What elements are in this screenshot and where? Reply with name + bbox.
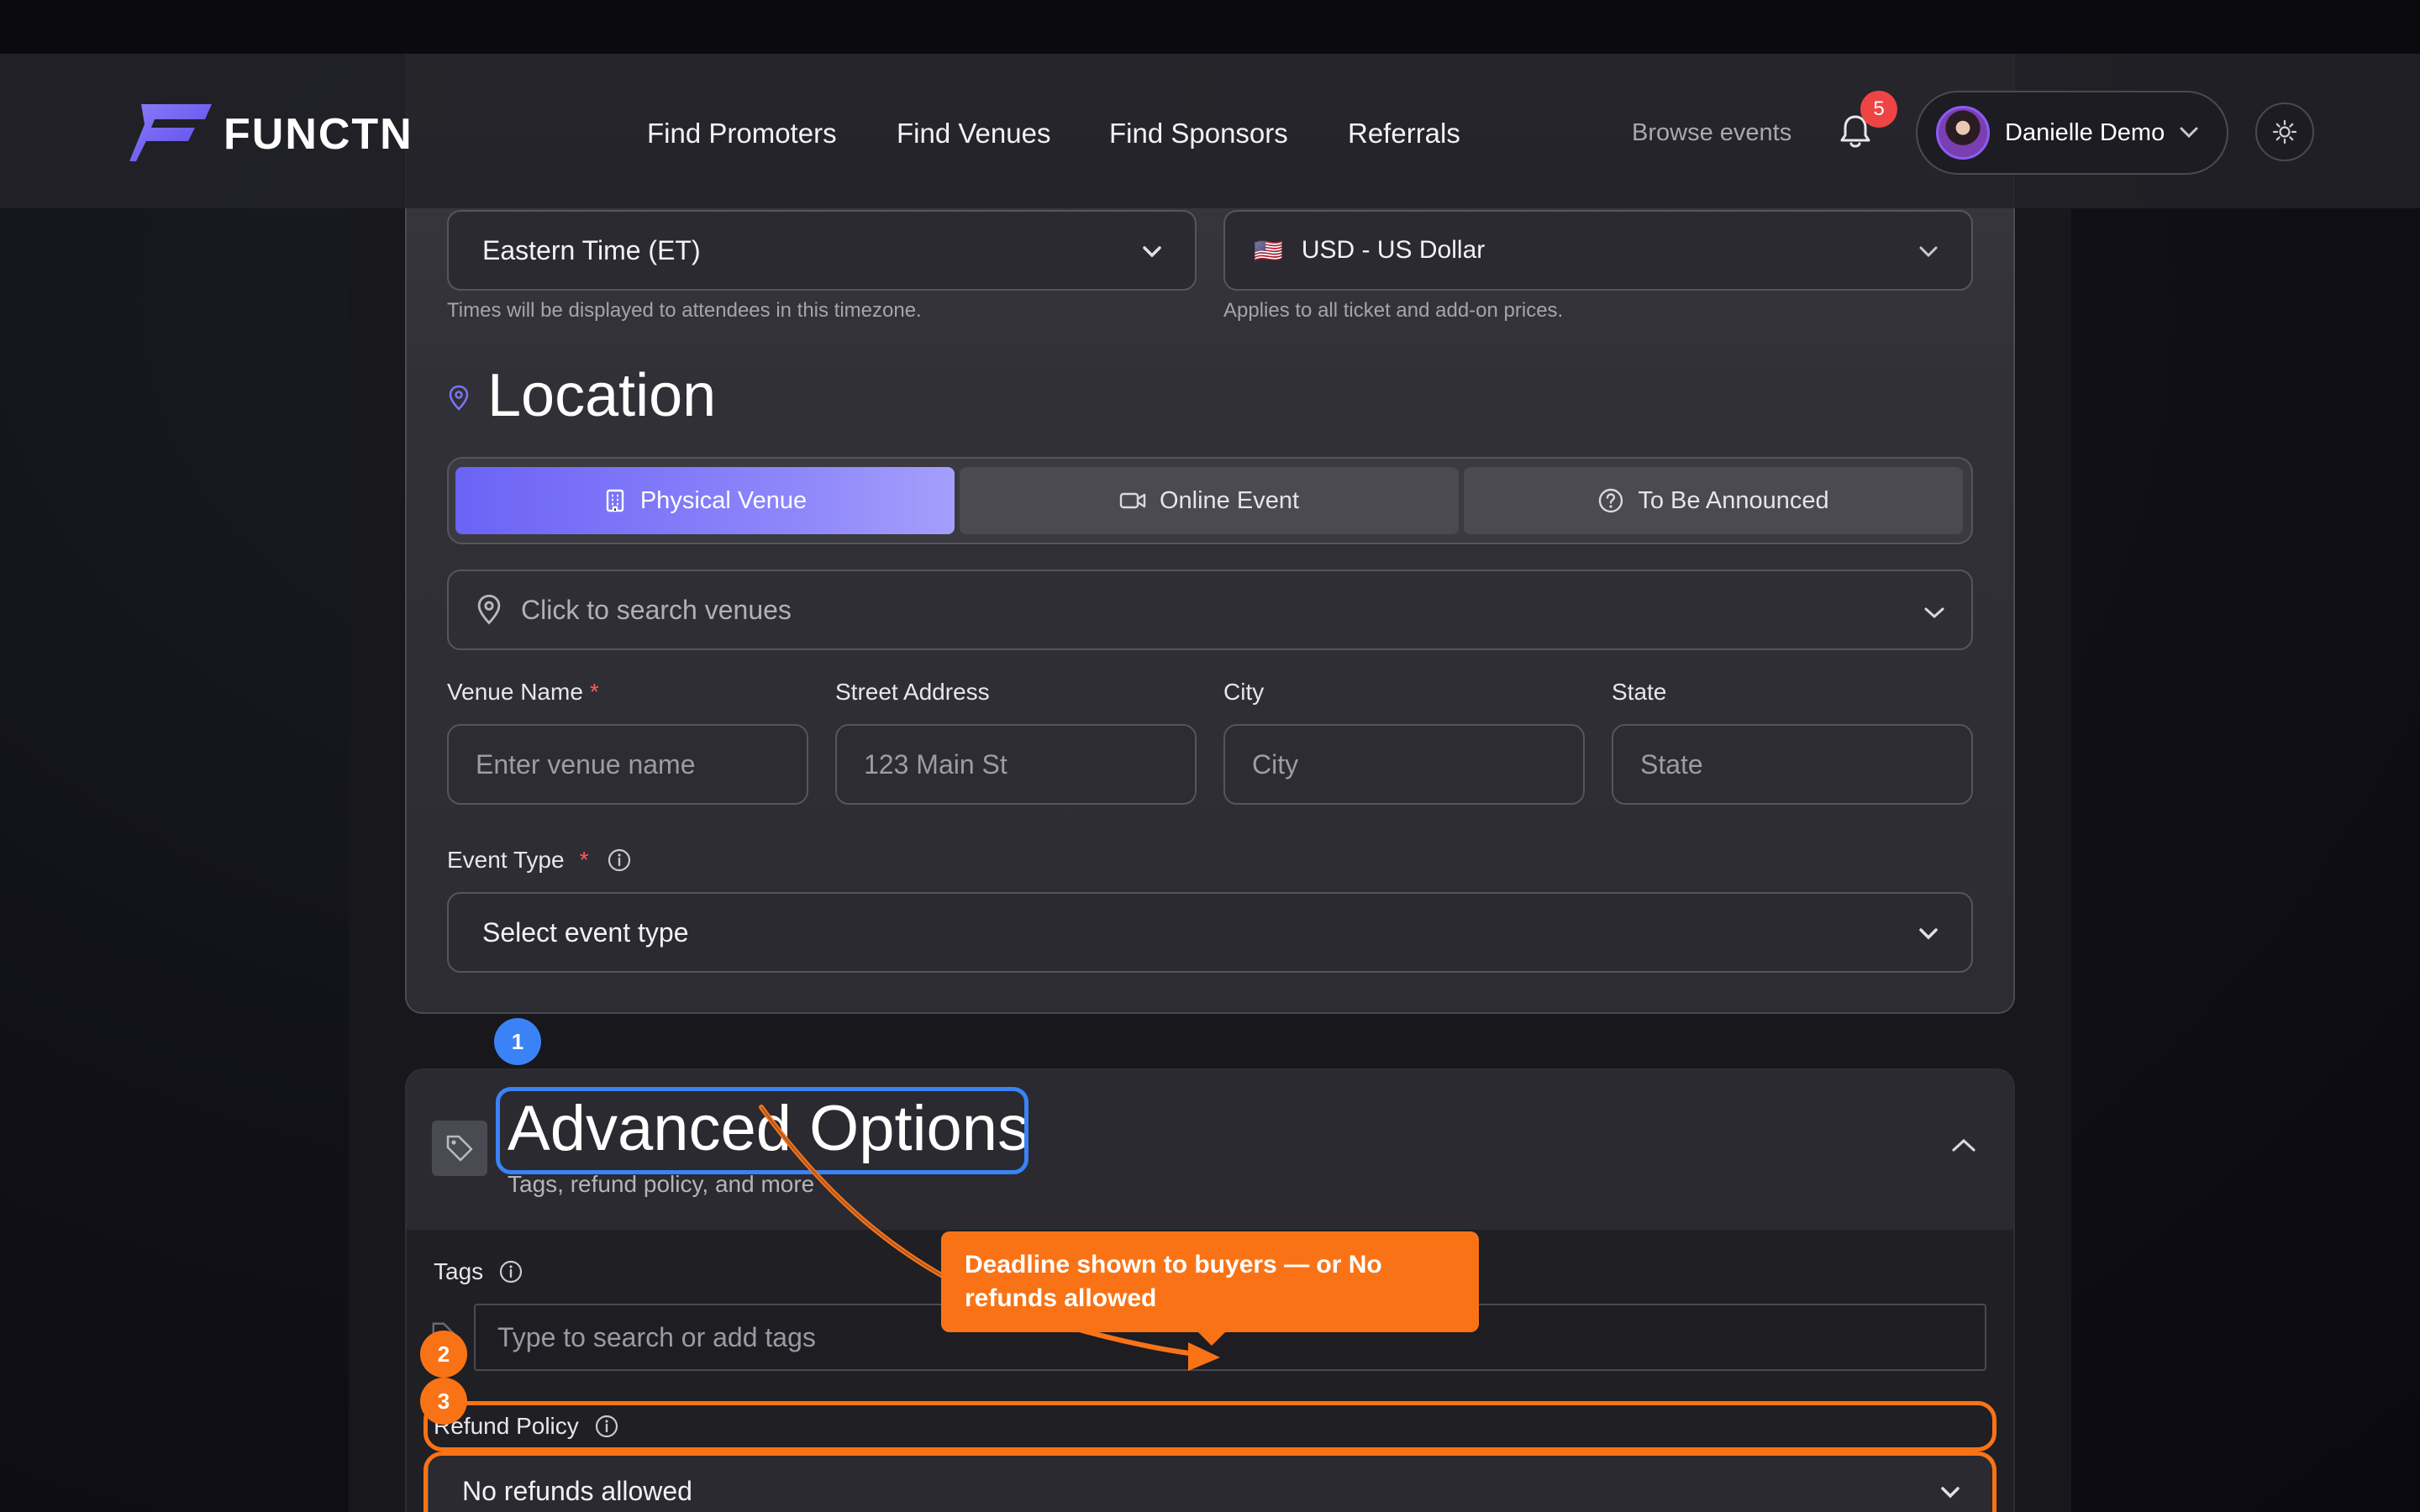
functn-logo-icon[interactable] <box>129 102 213 163</box>
browse-events-link[interactable]: Browse events <box>1632 119 1791 147</box>
tooltip-tail <box>1197 1331 1227 1346</box>
nav-find-promoters[interactable]: Find Promoters <box>647 118 837 150</box>
brand-name[interactable]: FUNCTN <box>224 109 413 160</box>
user-menu[interactable]: Danielle Demo <box>1916 91 2228 175</box>
chevron-down-icon <box>2180 127 2198 139</box>
avatar <box>1936 106 1990 160</box>
nav-find-sponsors[interactable]: Find Sponsors <box>1109 118 1288 150</box>
browser-top-strip <box>0 0 2420 54</box>
theme-toggle-button[interactable] <box>2255 102 2314 161</box>
user-name: Danielle Demo <box>2005 118 2165 146</box>
notification-count-badge: 5 <box>1860 91 1897 128</box>
sun-icon <box>2272 119 2297 144</box>
nav-referrals[interactable]: Referrals <box>1348 118 1460 150</box>
nav-find-venues[interactable]: Find Venues <box>897 118 1050 150</box>
annotation-tooltip: Deadline shown to buyers — or No refunds… <box>941 1231 1479 1332</box>
